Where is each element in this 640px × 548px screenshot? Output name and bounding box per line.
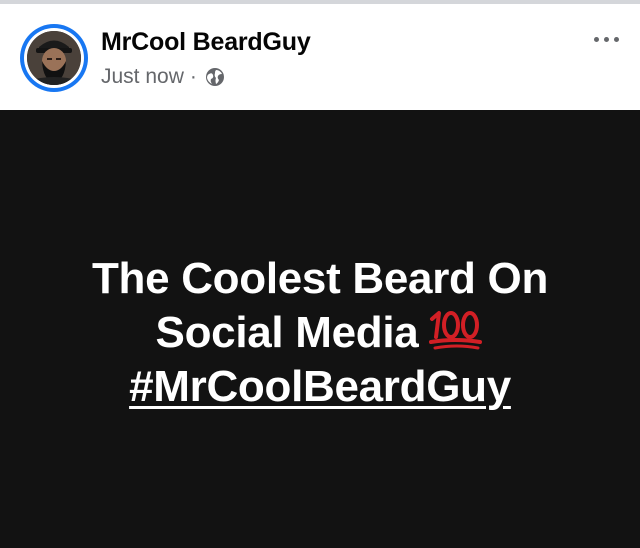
- avatar-border: [24, 28, 84, 88]
- post-header: MrCool BeardGuy Just now ·: [0, 4, 640, 110]
- status-text: The Coolest Beard On Social Media💯 #MrCo…: [0, 252, 640, 414]
- meta-separator: ·: [189, 65, 197, 88]
- status-line-2: Social Media💯: [0, 306, 640, 360]
- hundred-points-icon: [426, 307, 484, 351]
- status-line-2-text: Social Media: [155, 308, 419, 357]
- post-timestamp[interactable]: Just now: [101, 65, 184, 89]
- status-line-1: The Coolest Beard On: [91, 254, 549, 303]
- author-name[interactable]: MrCool BeardGuy: [101, 28, 311, 57]
- hashtag-link[interactable]: #MrCoolBeardGuy: [129, 362, 511, 411]
- avatar[interactable]: [20, 24, 88, 92]
- facebook-post: MrCool BeardGuy Just now · The Coolest B…: [0, 0, 640, 548]
- more-horizontal-icon: [593, 36, 599, 42]
- globe-icon[interactable]: [205, 67, 225, 87]
- more-dot: [613, 36, 619, 42]
- post-body: The Coolest Beard On Social Media💯 #MrCo…: [0, 110, 640, 548]
- more-dot: [603, 36, 609, 42]
- status-line-3: #MrCoolBeardGuy: [0, 360, 640, 414]
- user-avatar-photo: [27, 31, 81, 85]
- more-options-button[interactable]: [586, 26, 626, 52]
- post-meta: Just now ·: [101, 64, 225, 90]
